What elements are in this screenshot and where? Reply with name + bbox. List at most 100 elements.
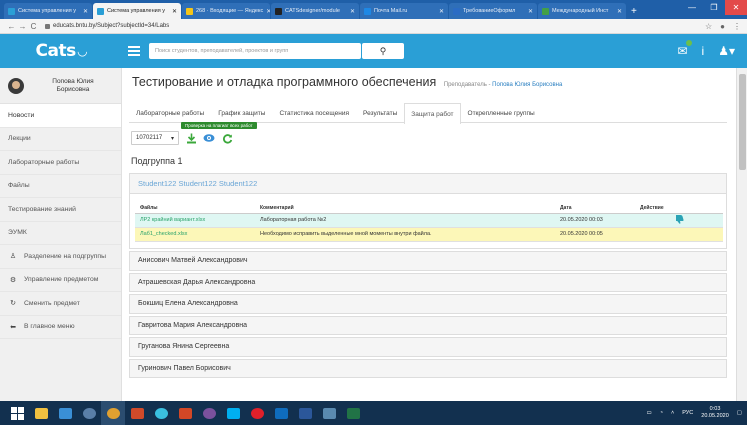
browser-tab[interactable]: 268 · Входящие — Яндекс ✕	[182, 3, 270, 19]
language-indicator[interactable]: РУС	[682, 410, 693, 416]
subject-tab[interactable]: Результаты	[356, 103, 404, 123]
network-icon[interactable]: ◔	[660, 410, 663, 416]
sidebar-item[interactable]: Тестирование знаний	[0, 198, 121, 222]
sidebar-item[interactable]: ↻ Сменить предмет	[0, 292, 121, 316]
powerpoint-icon[interactable]	[173, 401, 197, 425]
file-link[interactable]: ЛР2 крайний вариант.xlsx	[135, 213, 255, 228]
browser-tab[interactable]: ТребованиеОформл ✕	[449, 3, 537, 19]
refresh-icon[interactable]	[221, 132, 233, 144]
opera-icon[interactable]	[245, 401, 269, 425]
chrome-icon[interactable]	[77, 401, 101, 425]
search-icon: ⚲	[379, 45, 387, 56]
browser-tab[interactable]: Система управления у ✕	[93, 3, 181, 19]
sidebar-item[interactable]: ⚙ Управление предметом	[0, 269, 121, 292]
subject-tab[interactable]: Защита работ	[404, 103, 461, 124]
store-icon[interactable]	[53, 401, 77, 425]
close-tab-icon[interactable]: ✕	[263, 8, 270, 15]
window-icon[interactable]	[317, 401, 341, 425]
sidebar-item[interactable]: Лекции	[0, 128, 121, 151]
start-button[interactable]	[5, 401, 29, 425]
url-field[interactable]: educats.bntu.by/Subject?subjectId=34/Lab…	[45, 23, 169, 29]
browser-tab[interactable]: Система управления у ✕	[4, 3, 92, 19]
browser-tab[interactable]: Международный Инст ✕	[538, 3, 626, 19]
teacher-info: Преподаватель - Попова Юлия Борисовна	[444, 82, 563, 88]
student-row[interactable]: Атрашевская Дарья Александровна	[129, 272, 727, 292]
eye-icon[interactable]	[203, 132, 215, 144]
minimize-button[interactable]: —	[681, 0, 703, 15]
excel-icon[interactable]	[341, 401, 365, 425]
student-row[interactable]: Груганова Янина Сергеевна	[129, 337, 727, 357]
logo-text: Cats	[35, 41, 77, 61]
student-row[interactable]: Бокшиц Елена Александровна	[129, 294, 727, 314]
browser-tab[interactable]: Почта Mail.ru ✕	[360, 3, 448, 19]
student-row[interactable]: Гавритова Мария Александровна	[129, 315, 727, 335]
chevron-up-icon[interactable]: ˄	[671, 410, 674, 416]
star-icon[interactable]: ☆	[705, 22, 712, 31]
logo-swoosh-icon: ◡	[77, 44, 87, 58]
word-icon[interactable]	[293, 401, 317, 425]
sidebar-item[interactable]: Файлы	[0, 175, 121, 198]
page-scrollbar[interactable]	[736, 68, 747, 401]
file-explorer-icon[interactable]	[29, 401, 53, 425]
subject-title: Тестирование и отладка программного обес…	[132, 75, 437, 89]
close-tab-icon[interactable]: ✕	[525, 8, 533, 15]
page-title: Тестирование и отладка программного обес…	[132, 75, 562, 89]
close-tab-icon[interactable]: ✕	[614, 8, 622, 15]
clock-date: 20.05.2020	[701, 413, 729, 419]
clock-time: 0:03	[709, 406, 721, 413]
skype-icon[interactable]	[221, 401, 245, 425]
subject-tab[interactable]: Статистика посещения	[272, 103, 356, 123]
hamburger-menu-icon[interactable]	[128, 44, 140, 58]
download-icon[interactable]	[185, 132, 197, 144]
info-icon[interactable]: i	[702, 44, 705, 58]
viber-icon[interactable]	[197, 401, 221, 425]
clock[interactable]: 0:03 20.05.2020	[701, 406, 729, 419]
teacher-link[interactable]: Попова Юлия Борисовна	[492, 82, 562, 88]
notifications-icon[interactable]: ▢	[737, 410, 742, 416]
subject-tab[interactable]: График защиты	[211, 103, 272, 123]
keyboard-icon[interactable]: ▭	[647, 410, 652, 416]
group-select[interactable]: 10702117 ▾	[131, 131, 179, 145]
close-tab-icon[interactable]: ✕	[80, 8, 88, 15]
search-input[interactable]: Поиск студентов, преподавателей, проекто…	[149, 43, 361, 59]
sidebar-item[interactable]: ЭУМК	[0, 222, 121, 245]
student-row[interactable]: Анисович Матвей Александрович	[129, 251, 727, 271]
sidebar-item[interactable]: ⬅ В главное меню	[0, 316, 121, 339]
chrome-active-icon[interactable]	[101, 401, 125, 425]
sidebar-item-label: Новости	[8, 111, 35, 119]
outlook-icon[interactable]	[269, 401, 293, 425]
sidebar-item[interactable]: Новости	[0, 104, 121, 128]
close-tab-icon[interactable]: ✕	[436, 8, 444, 15]
close-tab-icon[interactable]: ✕	[169, 8, 177, 15]
sidebar-item-label: Лабораторные работы	[8, 158, 80, 166]
sidebar-item[interactable]: Лабораторные работы	[0, 151, 121, 175]
user-icon[interactable]: ♟▾	[718, 44, 735, 58]
sidebar-item[interactable]: ♙ Разделение на подгруппы	[0, 245, 121, 269]
close-window-button[interactable]: ✕	[725, 0, 747, 15]
subject-tab[interactable]: Открепленные группы	[461, 103, 542, 123]
thumbs-down-icon[interactable]	[675, 215, 684, 226]
scrollbar-thumb[interactable]	[739, 74, 746, 170]
mail-icon[interactable]: ✉	[677, 40, 692, 58]
maximize-button[interactable]: ❐	[703, 0, 725, 15]
student-panel-header[interactable]: Student122 Student122 Student122	[130, 174, 726, 194]
account-icon[interactable]: ●	[720, 22, 725, 31]
app-icon[interactable]	[125, 401, 149, 425]
reload-icon[interactable]: C	[28, 22, 39, 31]
menu-dots-icon[interactable]: ⋮	[733, 22, 741, 31]
student-row[interactable]: Гуринович Павел Борисович	[129, 358, 727, 378]
main-content: Тестирование и отладка программного обес…	[122, 68, 736, 401]
search-button[interactable]: ⚲	[362, 43, 404, 59]
back-icon[interactable]: ←	[6, 22, 17, 31]
logo[interactable]: Cats ◡	[0, 34, 122, 68]
refresh-icon: ↻	[10, 300, 16, 308]
file-link[interactable]: Лаб1_checked.xlsx	[135, 227, 255, 242]
paint-icon[interactable]	[149, 401, 173, 425]
forward-icon[interactable]: →	[17, 22, 28, 31]
close-tab-icon[interactable]: ✕	[347, 8, 355, 15]
browser-tab[interactable]: CATSdesigner/module ✕	[271, 3, 359, 19]
profile[interactable]: Попова Юлия Борисовна	[0, 68, 121, 104]
new-tab-button[interactable]: +	[631, 6, 637, 17]
subject-tab[interactable]: Лабораторные работы	[129, 103, 211, 123]
url-text[interactable]: educats.bntu.by/Subject?subjectId=34/Lab…	[53, 23, 169, 29]
